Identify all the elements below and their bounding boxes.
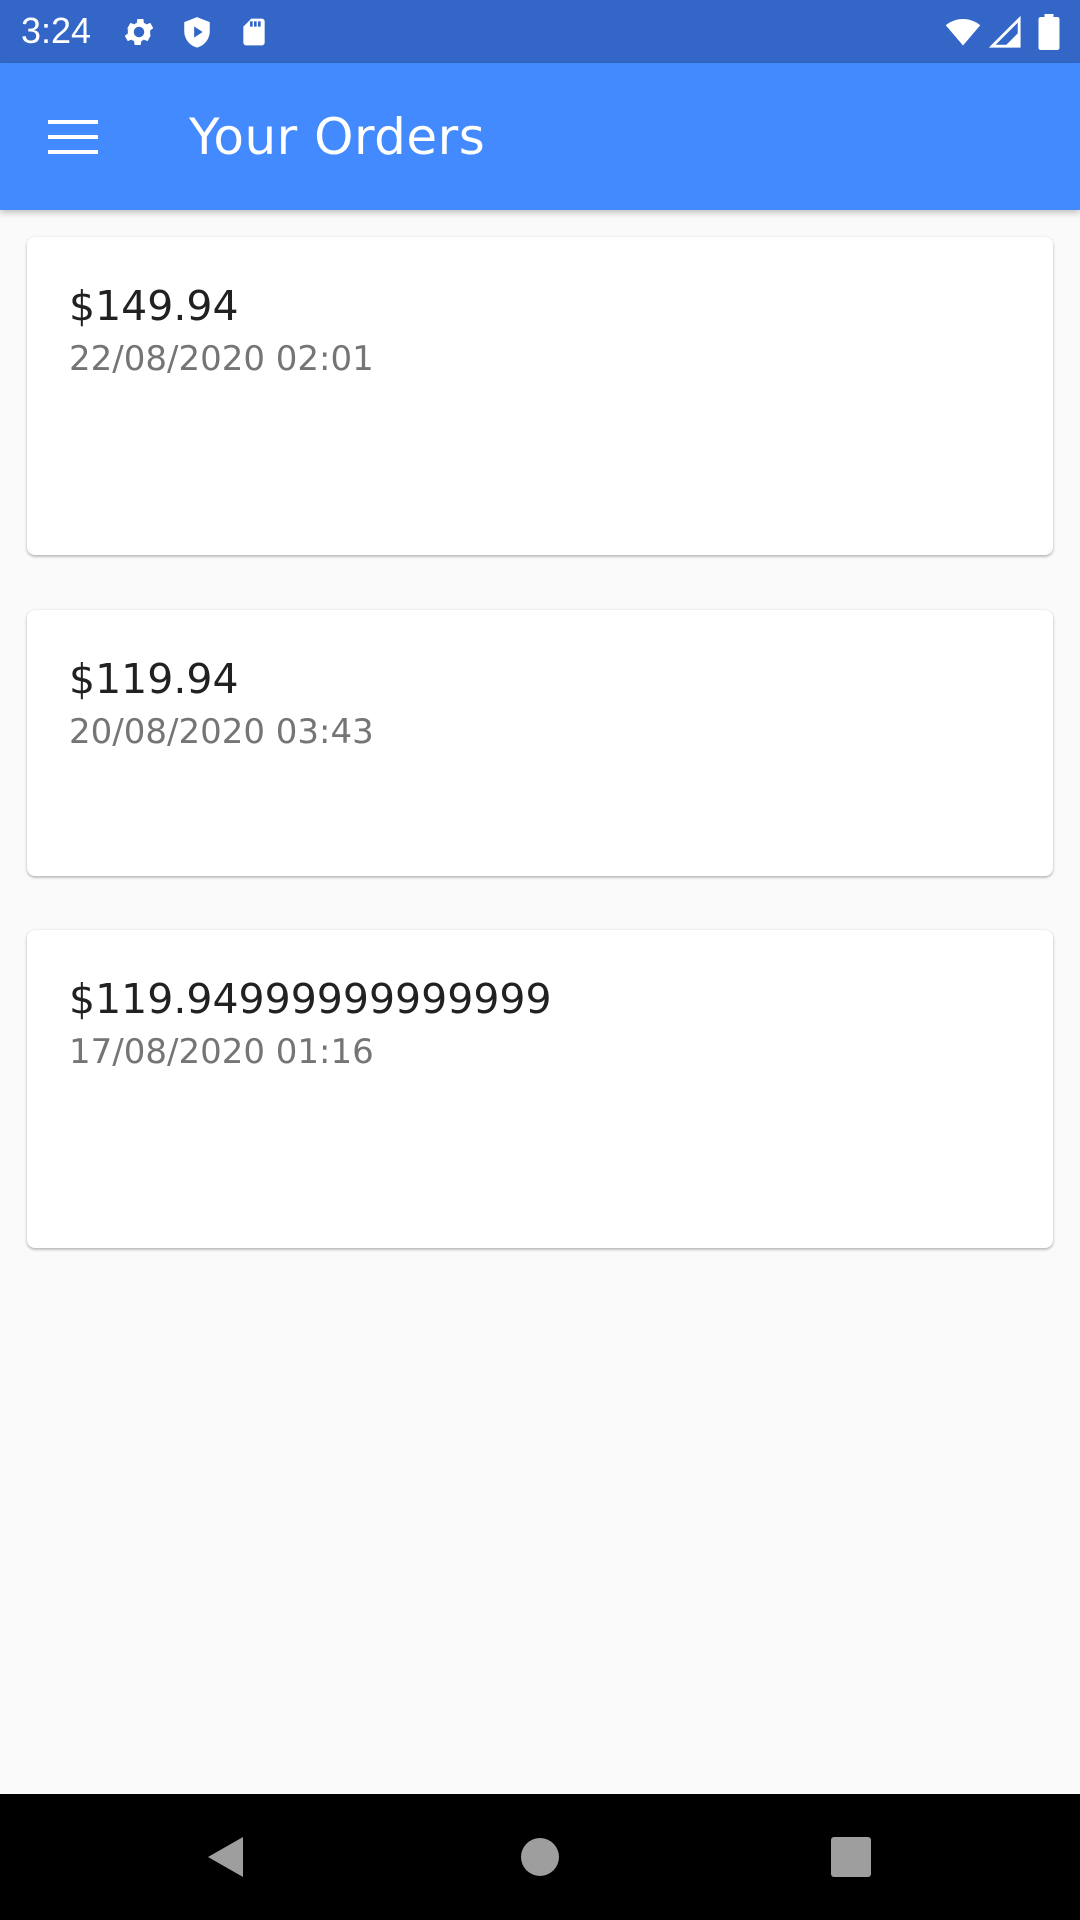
shield-play-icon — [184, 17, 210, 48]
order-total: $149.94 — [69, 282, 239, 330]
order-date: 17/08/2020 01:16 — [69, 1032, 374, 1072]
order-date: 20/08/2020 03:43 — [69, 712, 374, 752]
back-button[interactable] — [170, 1814, 280, 1900]
order-card[interactable]: $119.94 20/08/2020 03:43 — [27, 610, 1053, 876]
battery-icon — [1038, 14, 1060, 50]
wifi-icon — [945, 18, 981, 46]
status-time: 3:24 — [21, 10, 92, 51]
home-icon — [521, 1838, 559, 1876]
order-total: $119.94999999999999 — [69, 975, 552, 1023]
recents-icon — [831, 1837, 871, 1877]
hamburger-menu-icon — [48, 120, 98, 154]
order-card[interactable]: $119.94999999999999 17/08/2020 01:16 — [27, 930, 1053, 1248]
recents-button[interactable] — [796, 1814, 906, 1900]
gear-icon — [124, 18, 154, 46]
system-navigation-bar — [0, 1794, 1080, 1920]
app-bar: Your Orders — [0, 63, 1080, 210]
back-icon — [208, 1837, 243, 1877]
order-date: 22/08/2020 02:01 — [69, 339, 374, 379]
home-button[interactable] — [485, 1814, 595, 1900]
order-card[interactable]: $149.94 22/08/2020 02:01 — [27, 237, 1053, 555]
sd-card-icon — [243, 18, 265, 46]
signal-icon — [988, 15, 1021, 48]
menu-button[interactable] — [30, 97, 116, 177]
order-total: $119.94 — [69, 655, 239, 703]
status-bar: 3:24 — [0, 0, 1080, 63]
page-title: Your Orders — [189, 108, 486, 166]
